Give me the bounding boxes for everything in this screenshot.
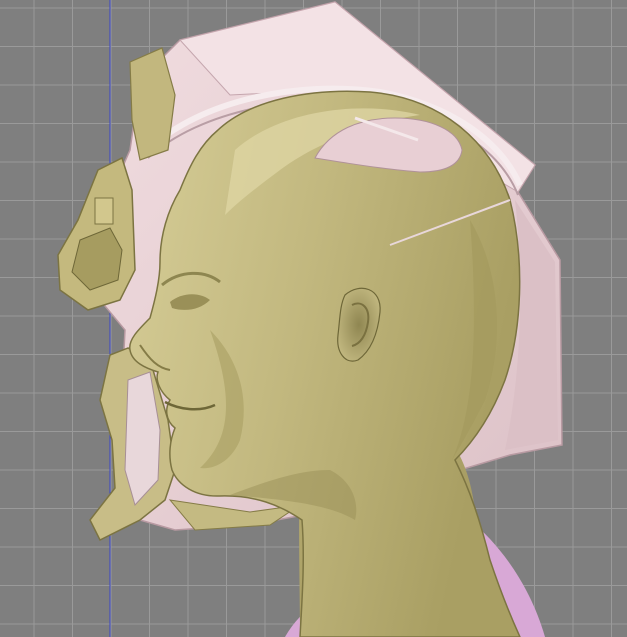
viewport-canvas[interactable]: [0, 0, 627, 637]
3d-viewport[interactable]: [0, 0, 627, 637]
visor-bolt: [94, 197, 114, 225]
